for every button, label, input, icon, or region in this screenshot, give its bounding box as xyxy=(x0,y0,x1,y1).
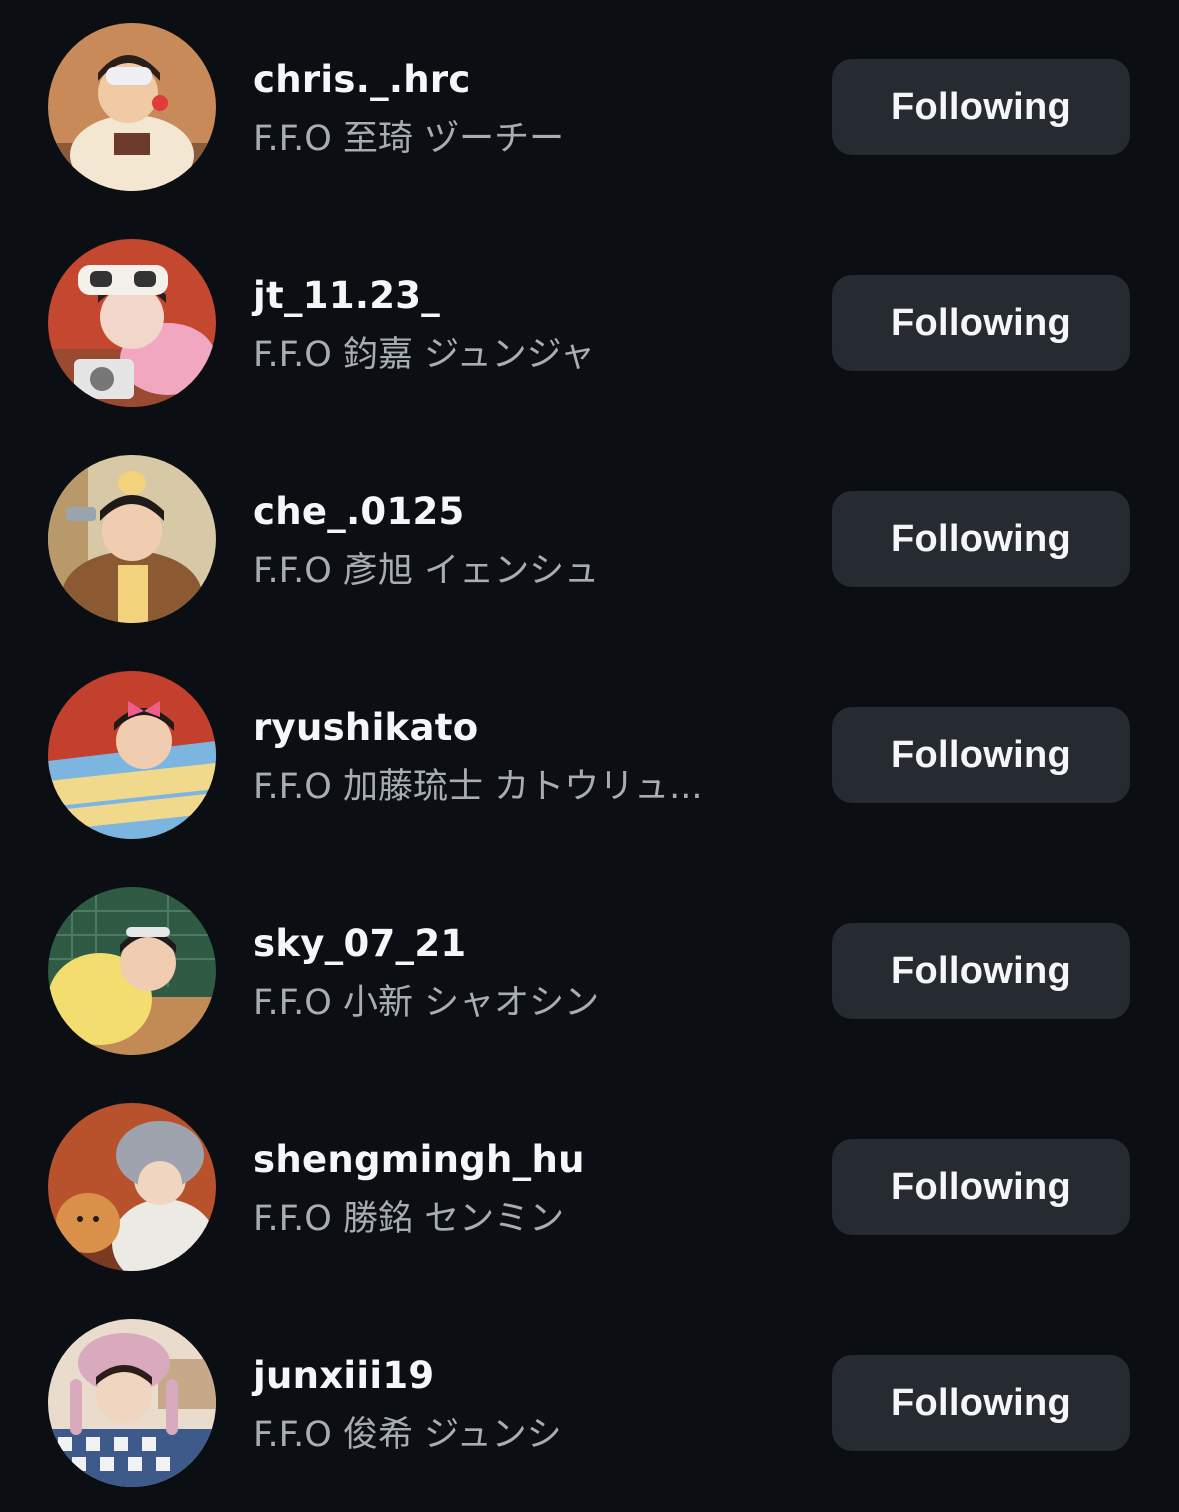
username[interactable]: ryushikato xyxy=(253,706,478,749)
list-item[interactable]: chris._.hrc F.F.O 至琦 ヅーチー Following xyxy=(0,0,1179,216)
full-name: F.F.O 鈞嘉 ジュンジャ xyxy=(253,335,595,375)
following-button[interactable]: Following xyxy=(832,275,1130,371)
full-name: F.F.O 勝銘 センミン xyxy=(253,1199,565,1239)
avatar[interactable] xyxy=(48,1103,216,1271)
avatar-image xyxy=(48,1319,216,1487)
full-name: F.F.O 至琦 ヅーチー xyxy=(253,119,565,159)
following-button[interactable]: Following xyxy=(832,59,1130,155)
avatar-image xyxy=(48,671,216,839)
avatar[interactable] xyxy=(48,1319,216,1487)
following-button[interactable]: Following xyxy=(832,1355,1130,1451)
avatar[interactable] xyxy=(48,671,216,839)
username[interactable]: shengmingh_hu xyxy=(253,1138,585,1181)
following-list: chris._.hrc F.F.O 至琦 ヅーチー Following jt_1… xyxy=(0,0,1179,1509)
list-item[interactable]: ryushikato F.F.O 加藤琉士 カトウリュ... Following xyxy=(0,648,1179,864)
following-button[interactable]: Following xyxy=(832,1139,1130,1235)
avatar-image xyxy=(48,1103,216,1271)
full-name: F.F.O 俊希 ジュンシ xyxy=(253,1415,562,1455)
avatar-image xyxy=(48,887,216,1055)
avatar-image xyxy=(48,455,216,623)
following-button[interactable]: Following xyxy=(832,707,1130,803)
username[interactable]: chris._.hrc xyxy=(253,58,471,101)
avatar[interactable] xyxy=(48,887,216,1055)
avatar-image xyxy=(48,239,216,407)
full-name: F.F.O 小新 シャオシン xyxy=(253,983,600,1023)
following-button[interactable]: Following xyxy=(832,491,1130,587)
list-item[interactable]: che_.0125 F.F.O 彥旭 イェンシュ Following xyxy=(0,432,1179,648)
avatar[interactable] xyxy=(48,239,216,407)
username[interactable]: che_.0125 xyxy=(253,490,465,533)
username[interactable]: junxiii19 xyxy=(253,1354,434,1397)
full-name: F.F.O 彥旭 イェンシュ xyxy=(253,551,600,591)
avatar-image xyxy=(48,23,216,191)
list-item[interactable]: junxiii19 F.F.O 俊希 ジュンシ Following xyxy=(0,1296,1179,1512)
full-name: F.F.O 加藤琉士 カトウリュ... xyxy=(253,767,703,807)
list-item[interactable]: jt_11.23_ F.F.O 鈞嘉 ジュンジャ Following xyxy=(0,216,1179,432)
avatar[interactable] xyxy=(48,455,216,623)
avatar[interactable] xyxy=(48,23,216,191)
list-item[interactable]: shengmingh_hu F.F.O 勝銘 センミン Following xyxy=(0,1080,1179,1296)
username[interactable]: sky_07_21 xyxy=(253,922,466,965)
following-button[interactable]: Following xyxy=(832,923,1130,1019)
username[interactable]: jt_11.23_ xyxy=(253,274,440,317)
list-item[interactable]: sky_07_21 F.F.O 小新 シャオシン Following xyxy=(0,864,1179,1080)
